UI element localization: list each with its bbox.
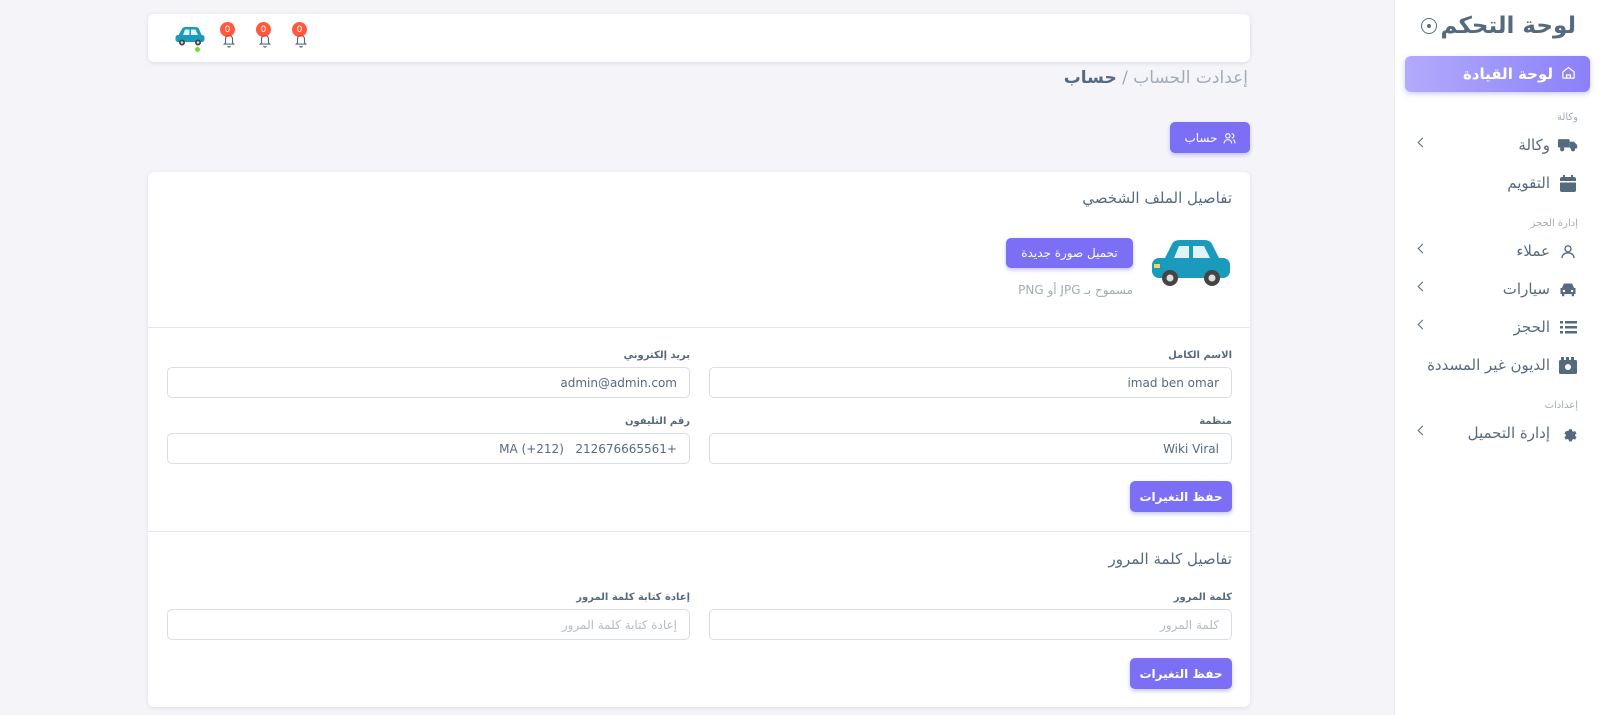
sidebar: لوحة التحكم لوحة القيادة وكالة وكالة الت…	[1394, 0, 1600, 715]
sidebar-item-clients[interactable]: عملاء	[1395, 232, 1600, 270]
profile-section-title: تفاصيل الملف الشخصي	[1082, 189, 1232, 207]
car-avatar-icon	[175, 27, 205, 46]
home-icon	[1561, 65, 1576, 84]
phone-label: رقم التليفون	[624, 416, 690, 427]
chevron-left-icon	[1417, 137, 1428, 148]
chevron-left-icon	[1417, 425, 1428, 436]
breadcrumb-current: حساب	[1063, 68, 1117, 88]
divider	[148, 327, 1250, 328]
car-icon	[1558, 282, 1578, 297]
sidebar-item-label: سيارات	[1502, 280, 1550, 298]
confirm-password-field[interactable]	[167, 609, 690, 640]
car-avatar-icon	[1152, 240, 1230, 286]
notification-bell-3[interactable]: 0	[282, 22, 318, 54]
notification-badge: 0	[220, 22, 235, 37]
chevron-left-icon	[1417, 281, 1428, 292]
top-navbar: 0 0 0	[148, 14, 1250, 62]
organization-field[interactable]	[709, 433, 1232, 464]
email-label: بريد إلكتروني	[623, 350, 690, 361]
sidebar-item-dashboard[interactable]: لوحة القيادة	[1405, 56, 1590, 92]
account-card: تفاصيل الملف الشخصي تحميل صورة جديدة مسم…	[148, 172, 1250, 707]
chevron-left-icon	[1417, 243, 1428, 254]
save-password-button[interactable]: حفظ التغيرات	[1130, 658, 1232, 689]
password-section-title: تفاصيل كلمة المرور	[1108, 550, 1233, 568]
confirm-password-label: إعادة كتابة كلمة المرور	[576, 592, 690, 603]
tab-account[interactable]: حساب	[1170, 122, 1250, 153]
sidebar-item-label: إدارة التحميل	[1467, 424, 1550, 442]
sidebar-item-debts[interactable]: الديون غير المسددة	[1395, 346, 1600, 384]
notification-badge: 0	[292, 22, 307, 37]
calendar-icon	[1558, 174, 1578, 192]
notification-badge: 0	[256, 22, 271, 37]
sidebar-item-label: لوحة القيادة	[1462, 65, 1553, 83]
sidebar-item-cars[interactable]: سيارات	[1395, 270, 1600, 308]
user-icon	[1558, 243, 1578, 260]
sidebar-item-label: وكالة	[1518, 136, 1550, 154]
menu-header-settings: إعدادات	[1544, 400, 1578, 411]
full-name-field[interactable]	[709, 367, 1232, 398]
upload-hint: مسموح بـ JPG أو PNG	[1018, 283, 1133, 297]
truck-icon	[1558, 137, 1578, 153]
upload-photo-button[interactable]: تحميل صورة جديدة	[1006, 238, 1133, 268]
user-avatar[interactable]	[174, 24, 206, 53]
sidebar-item-label: الديون غير المسددة	[1427, 356, 1550, 374]
sidebar-item-agency[interactable]: وكالة	[1395, 126, 1600, 164]
sidebar-item-booking[interactable]: الحجز	[1395, 308, 1600, 346]
navbar-icons: 0 0 0	[174, 22, 318, 54]
phone-field[interactable]	[167, 433, 690, 464]
list-icon	[1558, 320, 1578, 335]
menu-header-booking: إدارة الحجز	[1530, 218, 1578, 229]
sidebar-item-calendar[interactable]: التقويم	[1395, 164, 1600, 202]
chevron-left-icon	[1417, 319, 1428, 330]
email-field[interactable]	[167, 367, 690, 398]
money-icon	[1558, 356, 1578, 374]
notification-bell-2[interactable]: 0	[246, 22, 282, 54]
password-field[interactable]	[709, 609, 1232, 640]
sidebar-item-upload-management[interactable]: إدارة التحميل	[1395, 414, 1600, 452]
tab-label: حساب	[1184, 130, 1218, 145]
online-status-dot	[194, 46, 201, 53]
brand-title: لوحة التحكم	[1440, 13, 1576, 39]
save-profile-button[interactable]: حفظ التغيرات	[1130, 481, 1232, 512]
full-name-label: الاسم الكامل	[1168, 350, 1232, 361]
password-label: كلمة المرور	[1173, 592, 1232, 603]
profile-avatar	[1150, 236, 1232, 290]
gear-icon	[1558, 425, 1578, 442]
divider	[148, 531, 1250, 532]
organization-label: منظمة	[1199, 416, 1232, 427]
breadcrumb-parent[interactable]: إعدادت الحساب /	[1122, 68, 1248, 88]
sidebar-item-label: عملاء	[1516, 242, 1550, 260]
sidebar-item-label: التقويم	[1507, 174, 1550, 192]
breadcrumb: إعدادت الحساب / حساب	[1064, 68, 1248, 88]
menu-header-agency: وكالة	[1556, 112, 1578, 123]
users-icon	[1223, 132, 1236, 144]
sidebar-item-label: الحجز	[1513, 318, 1550, 336]
circle-dot-icon[interactable]	[1421, 18, 1437, 34]
notification-bell-1[interactable]: 0	[210, 22, 246, 54]
